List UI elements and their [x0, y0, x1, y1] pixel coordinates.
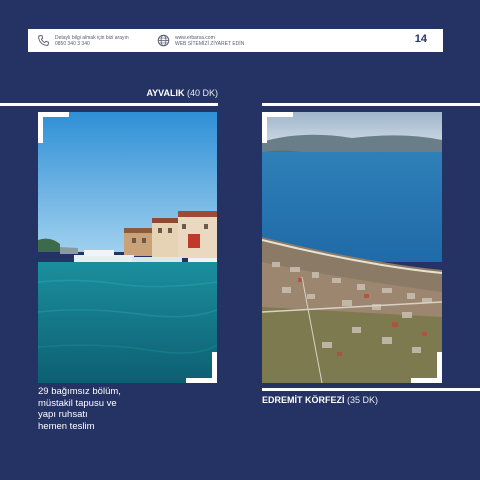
page-number: 14 [414, 33, 427, 45]
location-name: AYVALIK [146, 88, 185, 98]
divider-left [0, 103, 218, 106]
phone-number: 0850 340 3 340 [55, 40, 90, 47]
contact-text: Detaylı bilgi almak için bizi arayın [55, 34, 129, 41]
globe-icon [157, 34, 170, 47]
description-line: müstakil tapusu ve [38, 397, 117, 409]
photo-frame-corner [411, 352, 442, 383]
location-caption-edremit: EDREMİT KÖRFEZİ (35 DK) [262, 395, 378, 405]
website-info[interactable]: www.erbarsa.com WEB SİTEMİZİ ZİYARET EDİ… [157, 34, 244, 47]
location-time: (35 DK) [347, 395, 379, 405]
photo-ayvalik [38, 112, 217, 383]
contact-info[interactable]: Detaylı bilgi almak için bizi arayın 085… [37, 34, 157, 47]
location-name: EDREMİT KÖRFEZİ [262, 395, 345, 405]
photo-frame-corner [262, 112, 293, 143]
location-caption-ayvalik: AYVALIK (40 DK) [146, 88, 218, 98]
photo-frame-corner [38, 112, 69, 143]
photo-frame-corner [186, 352, 217, 383]
location-time: (40 DK) [186, 88, 218, 98]
divider-right [262, 103, 480, 106]
project-description: 29 bağımsız bölüm, müstakil tapusu ve ya… [38, 386, 158, 432]
divider-bottom-right [262, 388, 480, 391]
photo-edremit [262, 112, 442, 383]
description-line: hemen teslim [38, 420, 95, 432]
website-cta: WEB SİTEMİZİ ZİYARET EDİN [175, 40, 245, 47]
description-line: 29 bağımsız bölüm, [38, 386, 121, 397]
description-line: yapı ruhsatı [38, 409, 88, 420]
header-bar: Detaylı bilgi almak için bizi arayın 085… [28, 29, 443, 52]
phone-icon [38, 35, 49, 46]
